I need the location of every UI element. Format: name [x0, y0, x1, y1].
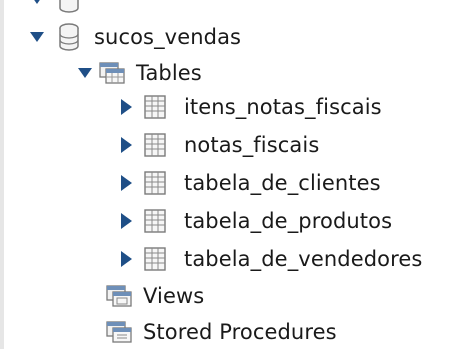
triangle-down-icon[interactable]	[78, 68, 92, 78]
tree-item-table[interactable]: itens_notas_fiscais	[121, 92, 382, 122]
table-icon	[144, 247, 166, 271]
tree-item-previous[interactable]	[30, 0, 80, 14]
folder-views-icon	[105, 284, 133, 308]
triangle-right-icon[interactable]	[121, 251, 132, 267]
triangle-down-icon	[30, 0, 44, 4]
tree-item-tables[interactable]: Tables	[78, 58, 202, 88]
triangle-right-icon[interactable]	[121, 137, 132, 153]
tree-item-stored-procedures[interactable]: Stored Procedures	[105, 317, 337, 347]
table-name: tabela_de_produtos	[184, 209, 393, 233]
table-icon	[144, 209, 166, 233]
folder-procedures-icon	[105, 320, 133, 344]
table-name: notas_fiscais	[184, 133, 320, 157]
tree-item-views[interactable]: Views	[105, 281, 204, 311]
tree-item-table[interactable]: tabela_de_clientes	[121, 168, 381, 198]
tables-label: Tables	[136, 61, 202, 85]
database-name: sucos_vendas	[94, 25, 242, 49]
table-icon	[144, 171, 166, 195]
table-icon	[144, 133, 166, 157]
tree-item-database[interactable]: sucos_vendas	[30, 22, 241, 52]
panel-left-border	[0, 0, 4, 349]
tree-item-table[interactable]: tabela_de_vendedores	[121, 244, 422, 274]
table-name: tabela_de_clientes	[184, 171, 381, 195]
tree-item-table[interactable]: notas_fiscais	[121, 130, 319, 160]
table-name: itens_notas_fiscais	[184, 95, 382, 119]
views-label: Views	[143, 284, 205, 308]
table-icon	[144, 95, 166, 119]
triangle-right-icon[interactable]	[121, 175, 132, 191]
stored-procedures-label: Stored Procedures	[143, 320, 337, 344]
database-icon	[58, 23, 80, 51]
tree-item-table[interactable]: tabela_de_produtos	[121, 206, 392, 236]
table-name: tabela_de_vendedores	[184, 247, 423, 271]
triangle-right-icon[interactable]	[121, 213, 132, 229]
triangle-down-icon[interactable]	[30, 32, 44, 42]
folder-tables-icon	[98, 61, 126, 85]
triangle-right-icon[interactable]	[121, 99, 132, 115]
database-icon	[58, 0, 80, 13]
